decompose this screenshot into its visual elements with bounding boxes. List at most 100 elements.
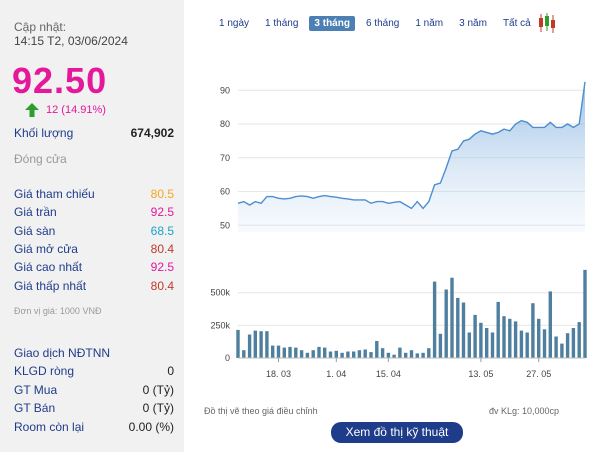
stock-summary-panel: Cập nhật: 14:15 T2, 03/06/2024 92.50 12 … bbox=[0, 0, 184, 452]
tab-6-months[interactable]: 6 tháng bbox=[361, 16, 404, 31]
x-tick-label: 1. 04 bbox=[326, 369, 346, 379]
price-unit-note: Đơn vị giá: 1000 VNĐ bbox=[14, 306, 102, 316]
ref-price-label: Giá tham chiếu bbox=[14, 187, 95, 201]
x-tick-label: 27. 05 bbox=[526, 369, 551, 379]
tab-3-years[interactable]: 3 năm bbox=[454, 16, 492, 31]
room-label: Room còn lại bbox=[14, 420, 85, 434]
volume-bar bbox=[490, 332, 495, 358]
volume-bar bbox=[479, 322, 483, 359]
price-volume-chart: 90 80 70 60 50 500k 250k 0 18. 03 1. 04 15. 04 13.… bbox=[210, 81, 587, 379]
volume-tick-label: 250k bbox=[210, 320, 230, 330]
buy-value-row: GT Mua 0 (Tỷ) bbox=[14, 383, 174, 397]
volume-bar bbox=[346, 351, 350, 358]
volume-bar bbox=[554, 336, 558, 358]
volume-bar bbox=[467, 332, 471, 358]
volume-bar bbox=[299, 350, 304, 358]
volume-bar bbox=[247, 334, 252, 358]
room-value: 0.00 (%) bbox=[128, 420, 174, 434]
current-price: 92.50 bbox=[12, 60, 108, 101]
volume-bar bbox=[386, 352, 391, 358]
volume-bar bbox=[508, 318, 512, 358]
volume-bar bbox=[369, 352, 373, 358]
volume-bar bbox=[294, 347, 298, 358]
x-tick-label: 18. 03 bbox=[266, 369, 291, 379]
volume-bar bbox=[565, 333, 570, 358]
open-price-row: Giá mở cửa 80.4 bbox=[14, 242, 174, 256]
volume-bar bbox=[502, 316, 506, 358]
volume-bar bbox=[380, 348, 385, 358]
foreign-trading-title: Giao dịch NĐTNN bbox=[14, 346, 111, 360]
volume-bar bbox=[485, 328, 489, 358]
tab-1-month[interactable]: 1 tháng bbox=[260, 16, 303, 31]
price-tick-label: 60 bbox=[220, 187, 230, 197]
low-price-row: Giá thấp nhất 80.4 bbox=[14, 279, 174, 293]
tab-3-months[interactable]: 3 tháng bbox=[309, 15, 355, 31]
updated-label: Cập nhật: bbox=[14, 20, 67, 34]
floor-price-label: Giá sàn bbox=[14, 224, 56, 238]
volume-bar bbox=[282, 347, 286, 358]
volume-bar bbox=[571, 328, 576, 358]
high-price-row: Giá cao nhất 92.5 bbox=[14, 260, 174, 274]
tab-1-day[interactable]: 1 ngày bbox=[214, 16, 254, 31]
chart-footnote-adjusted: Đồ thị vẽ theo giá điều chỉnh bbox=[204, 406, 318, 416]
volume-bar bbox=[357, 350, 362, 358]
net-volume-label: KLGD ròng bbox=[14, 364, 75, 378]
buy-value-value: 0 (Tỷ) bbox=[142, 383, 174, 397]
volume-label: Khối lượng bbox=[14, 126, 74, 140]
price-change: 12 (14.91%) bbox=[46, 104, 106, 116]
volume-bar bbox=[513, 321, 518, 358]
price-tick-label: 80 bbox=[220, 119, 230, 129]
volume-row: Khối lượng 674,902 bbox=[14, 126, 174, 140]
period-tabs: 1 ngày 1 tháng 3 tháng 6 tháng 1 năm 3 n… bbox=[214, 14, 542, 32]
volume-bar bbox=[577, 322, 581, 358]
price-area bbox=[238, 81, 585, 232]
tab-1-year[interactable]: 1 năm bbox=[410, 16, 448, 31]
volume-bar bbox=[317, 346, 321, 358]
room-row: Room còn lại 0.00 (%) bbox=[14, 420, 174, 434]
volume-bar bbox=[531, 303, 535, 358]
volume-bar bbox=[236, 329, 240, 358]
volume-bar bbox=[242, 350, 246, 358]
volume-bar bbox=[427, 348, 431, 358]
volume-bar bbox=[519, 330, 524, 358]
volume-tick-label: 500k bbox=[210, 288, 230, 298]
sell-value-row: GT Bán 0 (Tỷ) bbox=[14, 401, 174, 415]
net-volume-row: KLGD ròng 0 bbox=[14, 364, 174, 378]
volume-bar bbox=[438, 333, 443, 358]
arrow-up-icon bbox=[25, 103, 39, 117]
ceiling-price-row: Giá trần 92.5 bbox=[14, 205, 174, 219]
volume-bar bbox=[253, 330, 257, 358]
ceiling-price-label: Giá trần bbox=[14, 205, 57, 219]
ceiling-price-value: 92.5 bbox=[150, 205, 174, 219]
volume-bar bbox=[542, 329, 547, 358]
volume-bar bbox=[288, 346, 292, 358]
price-tick-label: 70 bbox=[220, 153, 230, 163]
tab-all[interactable]: Tất cả bbox=[498, 16, 536, 31]
volume-bar bbox=[323, 347, 327, 358]
view-technical-chart-button[interactable]: Xem đồ thị kỹ thuật bbox=[331, 422, 463, 443]
open-price-label: Giá mở cửa bbox=[14, 242, 78, 256]
volume-bar bbox=[259, 331, 263, 358]
price-tick-label: 90 bbox=[220, 85, 230, 95]
high-price-value: 92.5 bbox=[150, 260, 174, 274]
volume-bar bbox=[537, 318, 541, 358]
close-label: Đóng cửa bbox=[14, 152, 67, 166]
foreign-trading-title-row: Giao dịch NĐTNN bbox=[14, 346, 174, 360]
low-price-value: 80.4 bbox=[150, 279, 174, 293]
sell-value-value: 0 (Tỷ) bbox=[142, 401, 174, 415]
volume-bar bbox=[276, 345, 281, 358]
volume-value: 674,902 bbox=[130, 126, 174, 140]
volume-bar bbox=[421, 352, 425, 358]
volume-bar bbox=[375, 341, 379, 358]
x-tick-label: 15. 04 bbox=[376, 369, 401, 379]
volume-bar bbox=[525, 332, 529, 358]
updated-time: 14:15 T2, 03/06/2024 bbox=[14, 34, 128, 48]
volume-bar bbox=[496, 301, 500, 358]
volume-bar bbox=[398, 347, 402, 358]
chart-footnote-volume-unit: đv KLg: 10,000cp bbox=[489, 406, 560, 416]
volume-bar bbox=[404, 352, 408, 358]
volume-tick-label: 0 bbox=[225, 353, 230, 363]
volume-bar bbox=[432, 281, 437, 358]
volume-bar bbox=[560, 343, 564, 358]
candlestick-icon[interactable] bbox=[538, 12, 556, 34]
